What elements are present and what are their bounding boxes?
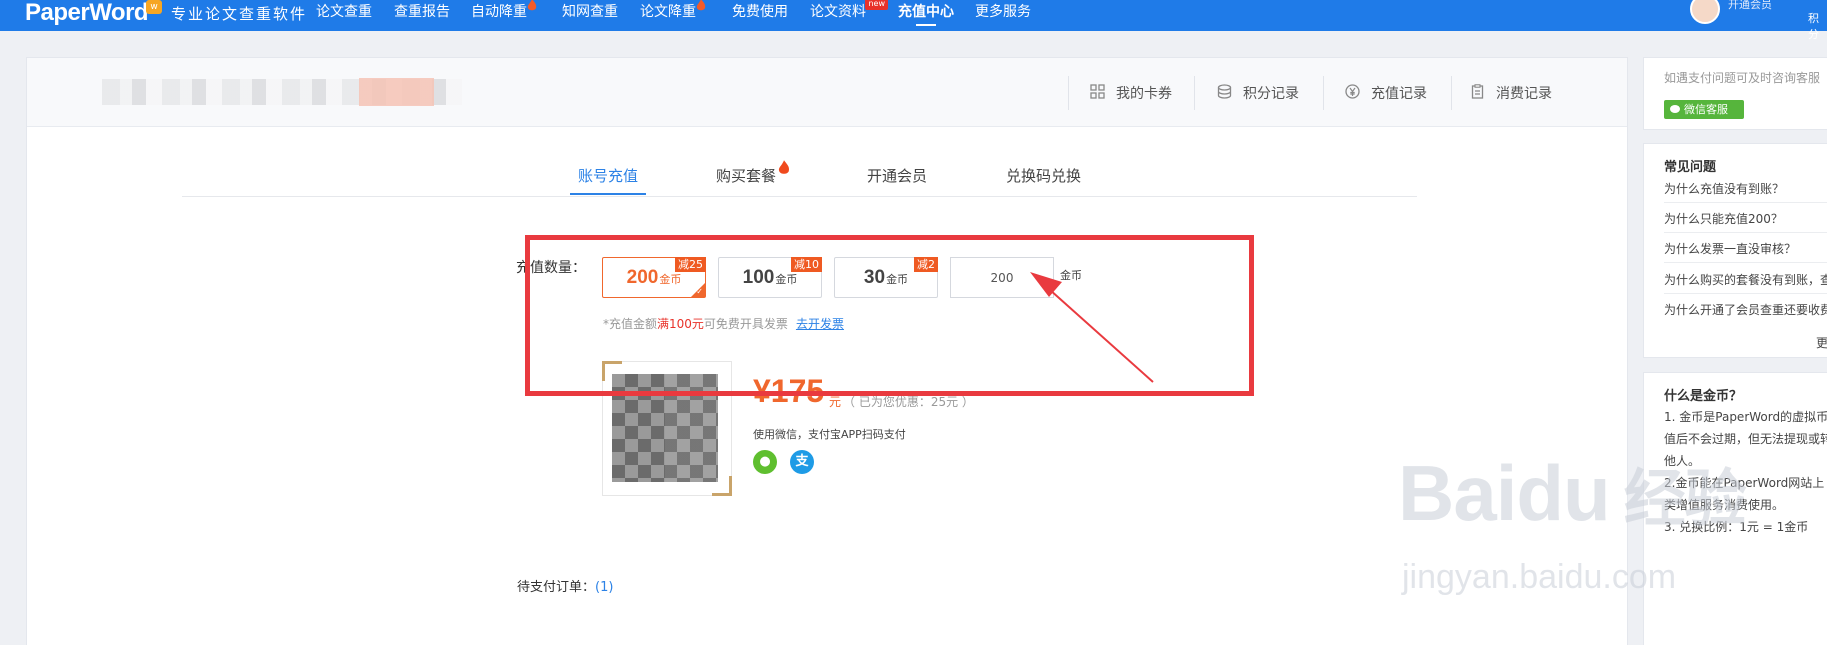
faq-item[interactable]: 为什么购买的套餐没有到账，查 <box>1664 271 1827 288</box>
faq-item[interactable]: 为什么开通了会员查重还要收费 <box>1664 301 1827 318</box>
wechat-service-button[interactable]: 微信客服 <box>1664 100 1744 119</box>
gold-coin-text: 值后不会过期，但无法提现或转 <box>1664 432 1827 446</box>
faq-item[interactable]: 为什么发票一直没审核？ <box>1664 240 1796 257</box>
faq-more-link[interactable]: 更 <box>1816 334 1827 351</box>
baidu-watermark: Baidu 经验 <box>1398 449 1747 537</box>
faq-item[interactable]: 为什么只能充值200？ <box>1664 210 1783 227</box>
faq-panel: 常见问题 为什么充值没有到账？ 为什么只能充值200？ 为什么发票一直没审核？ … <box>1643 143 1827 358</box>
gold-coin-text: 1. 金币是PaperWord的虚拟币 <box>1664 410 1827 424</box>
baidu-watermark-url: jingyan.baidu.com <box>1402 558 1677 596</box>
faq-item[interactable]: 为什么充值没有到账？ <box>1664 180 1784 197</box>
faq-title: 常见问题 <box>1664 160 1717 175</box>
support-panel: 如遇支付问题可及时咨询客服 微信客服 <box>1643 57 1827 130</box>
red-arrow-annotation <box>1030 272 1154 383</box>
support-tip: 如遇支付问题可及时咨询客服 <box>1664 71 1821 85</box>
gold-coin-title: 什么是金币？ <box>1664 389 1743 404</box>
